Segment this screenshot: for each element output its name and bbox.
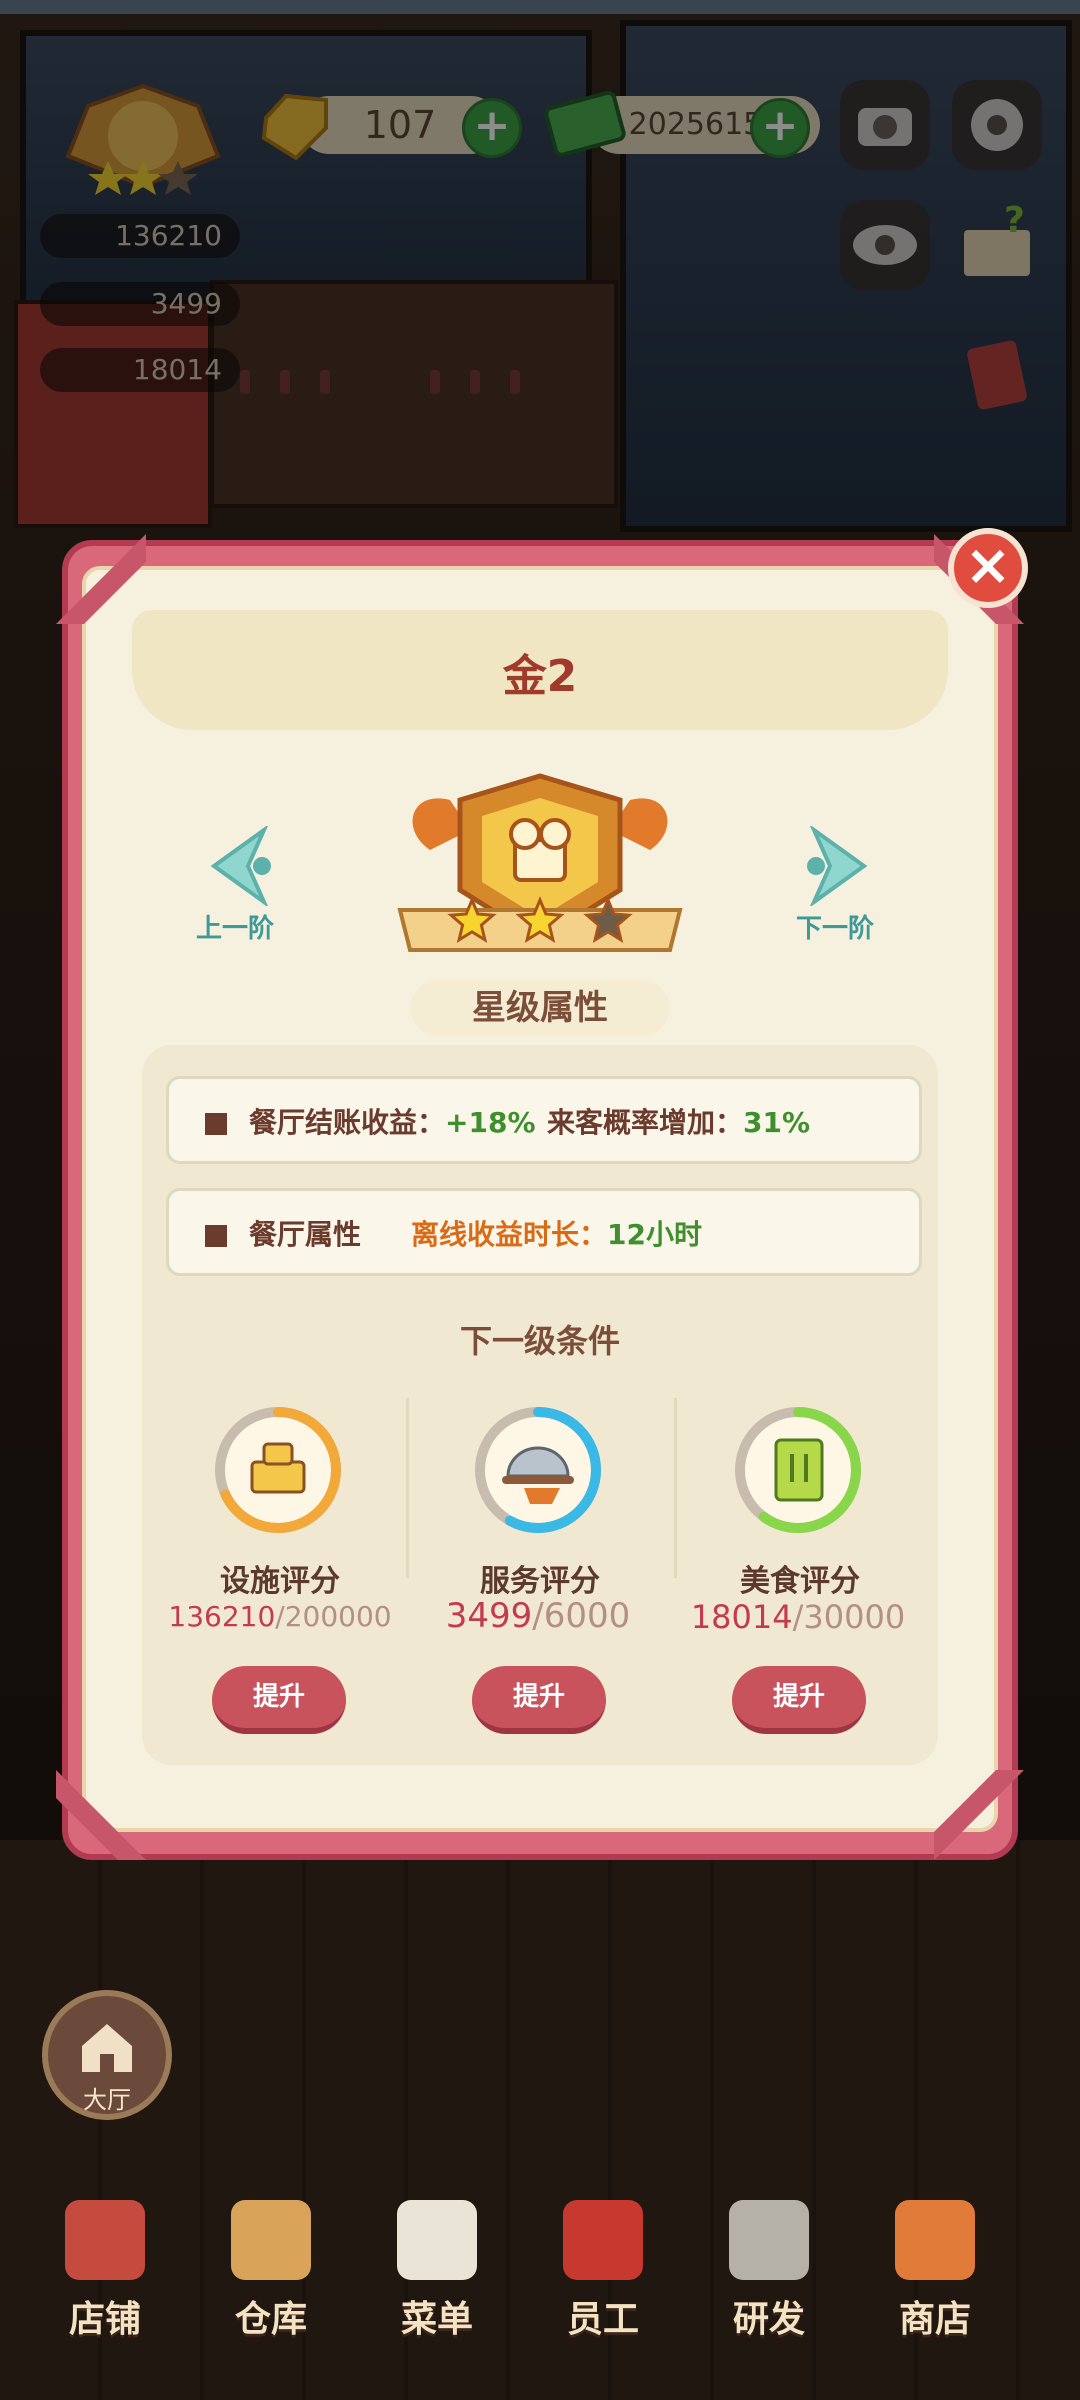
checkout-income-label: 餐厅结账收益：+18% xyxy=(249,1101,536,1141)
nav-label[interactable]: 研发 xyxy=(694,2290,844,2342)
star-attributes-heading: 星级属性 xyxy=(410,980,670,1036)
facility-score-max: /200000 xyxy=(275,1600,392,1633)
close-icon: × xyxy=(964,533,1012,598)
attribute-row-restaurant: 餐厅属性 离线收益时长：12小时 xyxy=(166,1188,922,1276)
next-level-conditions-heading: 下一级条件 xyxy=(459,1322,620,1360)
visitor-rate-label: 来客概率增加：31% xyxy=(547,1101,810,1141)
service-score-max: /6000 xyxy=(532,1596,631,1636)
prev-level-label[interactable]: 上一阶 xyxy=(196,908,274,945)
dialog-title: 金2 xyxy=(502,651,578,702)
service-progress-ring xyxy=(475,1407,601,1533)
close-button[interactable]: × xyxy=(948,528,1028,608)
colon-text: ： xyxy=(715,1106,744,1139)
attribute-row-income: 餐厅结账收益：+18% 来客概率增加：31% xyxy=(166,1076,922,1164)
offline-income-label: 离线收益时长：12小时 xyxy=(411,1213,702,1253)
staff-icon xyxy=(563,2200,643,2280)
divider xyxy=(674,1398,677,1578)
checkout-income-value: +18% xyxy=(445,1106,536,1139)
bullet-square xyxy=(205,1225,227,1247)
service-score-label: 服务评分 xyxy=(480,1564,600,1599)
nav-label[interactable]: 员工 xyxy=(528,2290,678,2342)
upgrade-facility-button[interactable]: 提升 xyxy=(212,1666,346,1734)
service-score-value: 3499/6000 xyxy=(418,1596,658,1636)
prev-level-arrow-icon[interactable] xyxy=(204,826,274,906)
facility-score-current: 136210 xyxy=(168,1600,276,1633)
store-icon xyxy=(895,2200,975,2280)
next-level-arrow-icon[interactable] xyxy=(804,826,874,906)
research-pot-icon xyxy=(729,2200,809,2280)
corner-ribbon xyxy=(934,1770,1024,1860)
colon-text: ： xyxy=(579,1218,608,1251)
corner-ribbon xyxy=(56,534,146,624)
hall-label[interactable]: 大厅 xyxy=(42,2080,172,2115)
offline-income-value: 12小时 xyxy=(607,1218,702,1251)
upgrade-service-button[interactable]: 提升 xyxy=(472,1666,606,1734)
colon-text: ： xyxy=(417,1106,446,1139)
corner-ribbon xyxy=(56,1770,146,1860)
shop-icon xyxy=(65,2200,145,2280)
upgrade-food-button[interactable]: 提升 xyxy=(732,1666,866,1734)
next-level-label[interactable]: 下一阶 xyxy=(796,908,874,945)
nav-label[interactable]: 仓库 xyxy=(196,2290,346,2342)
food-score-label: 美食评分 xyxy=(740,1564,860,1599)
food-score-max: /30000 xyxy=(792,1598,906,1636)
warehouse-icon xyxy=(231,2200,311,2280)
nav-label[interactable]: 菜单 xyxy=(362,2290,512,2342)
divider xyxy=(406,1398,409,1578)
restaurant-attr-label: 餐厅属性 xyxy=(249,1218,362,1251)
facility-progress-ring xyxy=(215,1407,341,1533)
cookbook-icon xyxy=(774,1438,824,1502)
food-progress-ring xyxy=(735,1407,861,1533)
facility-score-label: 设施评分 xyxy=(220,1564,340,1599)
bullet-square xyxy=(205,1113,227,1135)
food-score-current: 18014 xyxy=(690,1598,793,1636)
visitor-rate-value: 31% xyxy=(743,1106,811,1139)
facility-score-value: 136210/200000 xyxy=(160,1600,400,1633)
gold-rank-badge-icon xyxy=(397,773,683,952)
offline-income-text: 离线收益时长 xyxy=(411,1218,580,1251)
visitor-rate-text: 来客概率增加 xyxy=(547,1106,716,1139)
service-score-current: 3499 xyxy=(445,1596,533,1636)
checkout-income-text: 餐厅结账收益 xyxy=(249,1106,418,1139)
menu-clipboard-icon xyxy=(397,2200,477,2280)
nav-label[interactable]: 商店 xyxy=(860,2290,1010,2342)
nav-label[interactable]: 店铺 xyxy=(30,2290,180,2342)
food-score-value: 18014/30000 xyxy=(678,1598,918,1636)
